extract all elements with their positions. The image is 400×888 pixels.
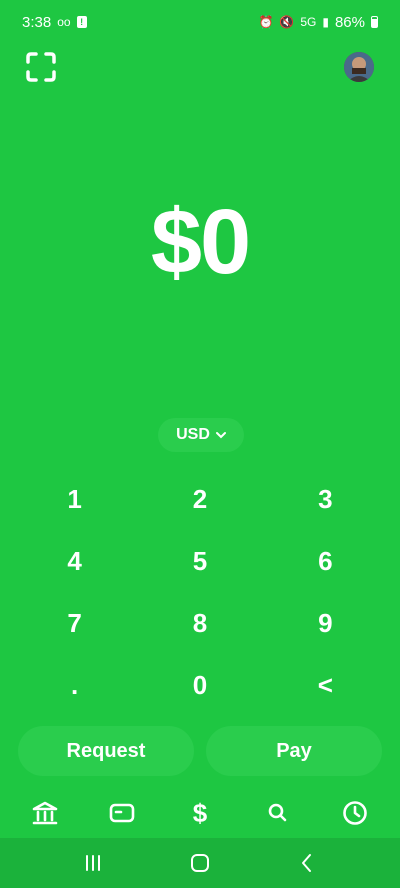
chevron-down-icon <box>215 432 226 439</box>
voicemail-icon: oo <box>57 15 71 29</box>
key-5[interactable]: 5 <box>137 530 262 592</box>
key-1[interactable]: 1 <box>12 468 137 530</box>
back-button[interactable] <box>287 843 327 883</box>
scan-qr-icon <box>26 52 56 82</box>
network-label: 5G <box>300 15 317 29</box>
key-backspace[interactable]: < <box>263 654 388 716</box>
clock-icon <box>343 801 367 825</box>
battery-icon <box>371 16 378 28</box>
nav-card[interactable] <box>102 793 142 833</box>
home-button[interactable] <box>180 843 220 883</box>
nav-banking[interactable] <box>25 793 65 833</box>
key-4[interactable]: 4 <box>12 530 137 592</box>
request-button[interactable]: Request <box>18 726 194 776</box>
nav-pay[interactable]: $ <box>180 793 220 833</box>
signal-icon: ▮ <box>322 15 329 29</box>
recent-apps-button[interactable] <box>73 843 113 883</box>
key-decimal[interactable]: . <box>12 654 137 716</box>
notification-icon: ! <box>76 16 87 28</box>
pay-button[interactable]: Pay <box>206 726 382 776</box>
mute-icon: 🔇 <box>279 15 295 29</box>
action-buttons: Request Pay <box>18 726 382 776</box>
key-3[interactable]: 3 <box>263 468 388 530</box>
currency-label: USD <box>176 426 210 443</box>
key-8[interactable]: 8 <box>137 592 262 654</box>
back-icon <box>301 854 311 872</box>
card-icon <box>110 803 135 823</box>
key-9[interactable]: 9 <box>263 592 388 654</box>
key-6[interactable]: 6 <box>263 530 388 592</box>
home-icon <box>190 854 209 872</box>
search-icon <box>268 803 286 822</box>
alarm-icon: ⏰ <box>258 15 274 29</box>
status-right: ⏰ 🔇 5G ▮ 86% <box>258 14 378 31</box>
nav-search[interactable] <box>258 793 298 833</box>
keypad: 1 2 3 4 5 6 7 8 9 . 0 < <box>12 468 388 716</box>
system-nav-bar <box>0 838 400 888</box>
status-bar: 3:38 oo ! ⏰ 🔇 5G ▮ 86% <box>0 0 400 44</box>
dollar-icon: $ <box>193 799 208 827</box>
key-0[interactable]: 0 <box>137 654 262 716</box>
status-left: 3:38 oo ! <box>22 14 87 31</box>
recent-apps-icon <box>86 855 101 871</box>
battery-percent: 86% <box>334 13 365 31</box>
bottom-nav: $ <box>0 788 400 838</box>
nav-activity[interactable] <box>335 793 375 833</box>
currency-selector[interactable]: USD <box>158 418 244 452</box>
scan-button[interactable] <box>26 52 56 82</box>
key-2[interactable]: 2 <box>137 468 262 530</box>
amount-display: $0 <box>150 191 251 293</box>
profile-avatar[interactable] <box>344 52 374 82</box>
status-time: 3:38 <box>22 13 52 31</box>
key-7[interactable]: 7 <box>12 592 137 654</box>
svg-text:$: $ <box>193 799 208 827</box>
avatar <box>344 52 374 82</box>
bank-icon <box>32 801 58 825</box>
